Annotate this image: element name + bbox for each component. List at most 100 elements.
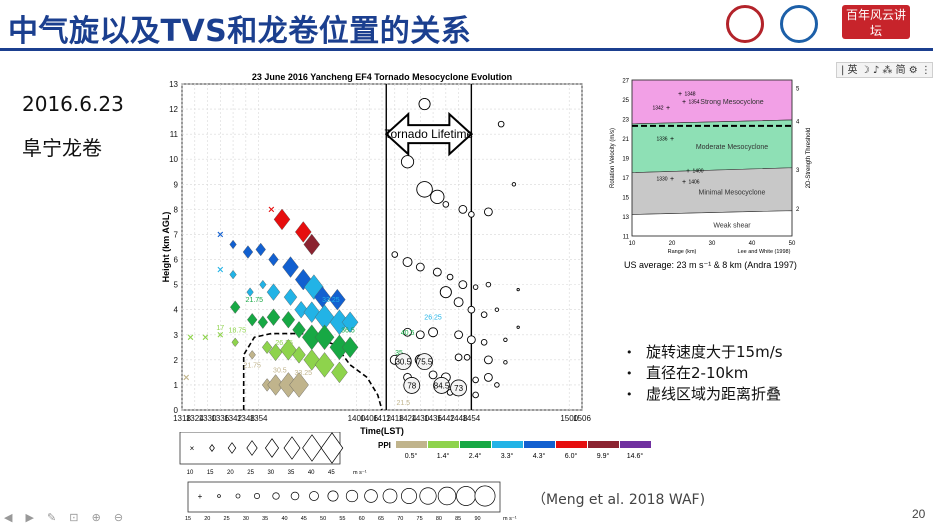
inset-point-marker: + [670, 176, 674, 183]
inset-y2-axis-label: 2D-Strength Threshold [806, 128, 812, 189]
circle-legend-marker [272, 492, 280, 500]
circle-legend-value: 15 [185, 516, 191, 522]
y-tick-label: 5 [174, 281, 179, 290]
slide-nav-icons[interactable]: ◀ ▶ ✎ ⊡ ⊕ ⊖ [4, 511, 128, 524]
inset-source-note: Lee and White (1998) [738, 249, 791, 255]
highlight-value-label: 73 [454, 384, 463, 393]
tvs-circle [402, 257, 413, 267]
ppi-color-swatch [492, 441, 523, 448]
tvs-circle [480, 311, 488, 319]
tvs-circle [432, 267, 442, 277]
highlight-value-label: 75.5 [417, 358, 433, 367]
finding-item: 旋转速度大于15m/s [624, 342, 783, 363]
threshold-band [631, 210, 793, 237]
mesocyclone-threshold-chart: Strong Mesocyclone Moderate Mesocyclone Mi… [610, 79, 812, 271]
tvs-circle [428, 327, 439, 338]
circle-legend-value: 40 [281, 516, 287, 522]
band-label: Moderate Mesocyclone [696, 144, 768, 151]
circle-legend-marker [364, 489, 378, 503]
finding-item: 直径在2-10km [624, 363, 783, 384]
inset-y2-tick-label: 5 [796, 86, 800, 92]
band-label: Strong Mesocyclone [700, 99, 764, 106]
inset-x-tick-label: 30 [709, 241, 716, 247]
highlight-value-label: 78 [407, 381, 416, 390]
inset-caption: US average: 23 m s⁻¹ & 8 km (Andra 1997) [624, 260, 797, 270]
diamond-legend-value: 30 [267, 470, 274, 476]
y-tick-label: 13 [169, 80, 178, 89]
data-label: 21.5 [396, 400, 410, 407]
data-label: 26.25 [275, 340, 293, 347]
circle-legend-value: 55 [339, 516, 345, 522]
inset-y-tick-label: 17 [622, 176, 629, 182]
tvs-circle [418, 98, 431, 111]
data-label: 33.25 [295, 370, 313, 377]
tvs-circle [483, 207, 493, 217]
tvs-circle [453, 297, 464, 308]
inset-point-marker: + [682, 179, 686, 186]
event-location: 阜宁龙卷 [22, 136, 102, 160]
data-label: 17 [216, 325, 224, 332]
y-tick-label: 6 [174, 256, 179, 265]
inset-y-tick-label: 15 [622, 196, 629, 202]
y-tick-label: 4 [174, 306, 179, 315]
tvs-circle [439, 286, 452, 299]
circle-legend-value: 60 [359, 516, 365, 522]
tvs-circle [497, 120, 505, 128]
circle-legend-value: 90 [474, 516, 480, 522]
ppi-angle-label: 6.0° [565, 452, 578, 460]
circle-legend-value: 75 [417, 516, 423, 522]
tvs-circle [415, 330, 425, 340]
finding-item: 虚线区域为距离折叠 [624, 384, 783, 405]
inset-y-tick-label: 25 [622, 98, 629, 104]
circle-legend-value: 65 [378, 516, 384, 522]
ppi-color-swatch [588, 441, 619, 448]
circle-legend-value: 20 [204, 516, 210, 522]
circle-legend-marker [309, 491, 319, 501]
diamond-legend-cross: × [190, 444, 195, 453]
circle-legend-marker [437, 486, 457, 506]
data-label: 21.75 [243, 362, 261, 369]
tvs-circle [494, 307, 500, 312]
inset-point-label: 1342 [652, 105, 663, 111]
data-label: 26.25 [424, 315, 442, 322]
circle-legend-marker [401, 488, 417, 504]
ppi-angle-label: 14.6° [627, 452, 644, 460]
inset-point-marker: + [666, 105, 670, 112]
tvs-circle [494, 382, 500, 388]
data-label: 36.5 [341, 327, 355, 334]
data-label: 40.5 [401, 330, 415, 337]
circle-legend-marker [290, 491, 300, 501]
circle-legend-value: 85 [455, 516, 461, 522]
university-logo-icon [726, 5, 764, 43]
diamond-legend-value: 45 [328, 470, 335, 476]
inset-y2-tick-label: 3 [796, 168, 800, 174]
y-tick-label: 11 [170, 130, 179, 139]
tvs-circle [416, 181, 433, 198]
forum-badge: 百年风云讲坛 [842, 5, 910, 39]
inset-x-tick-label: 50 [789, 241, 796, 247]
x-tick-label: 1454 [462, 414, 480, 423]
ime-toolbar[interactable]: | 英 ☽ ♪ ⁂ 简 ⚙ ⋮ [836, 62, 933, 78]
ppi-angle-label: 2.4° [469, 452, 482, 460]
inset-x-axis-label: Range (km) [668, 249, 697, 255]
x-tick-label: 1354 [250, 414, 268, 423]
highlight-value-label: 30.5 [395, 358, 411, 367]
tvs-circle [454, 353, 463, 362]
slide-title: 中气旋以及TVS和龙卷位置的关系 [8, 14, 472, 49]
diamond-legend-value: 35 [288, 470, 295, 476]
chart-title: 23 June 2016 Yancheng EF4 Tornado Mesocy… [252, 72, 512, 82]
circle-legend-unit: m s⁻¹ [503, 516, 517, 522]
data-label: 33.25 [322, 297, 340, 304]
y-tick-label: 3 [174, 331, 179, 340]
page-number: 20 [912, 507, 926, 521]
inset-point-label: 1336 [656, 137, 667, 143]
tvs-circle [516, 287, 520, 292]
ppi-color-swatch [620, 441, 651, 448]
inset-point-label: 1354 [688, 99, 699, 105]
inset-y-tick-label: 19 [622, 157, 629, 163]
tvs-circle [472, 391, 479, 399]
ppi-angle-label: 9.9° [597, 452, 610, 460]
ppi-legend-label: PPI [378, 441, 391, 450]
tvs-circle [472, 376, 479, 384]
tvs-circle [415, 262, 425, 272]
